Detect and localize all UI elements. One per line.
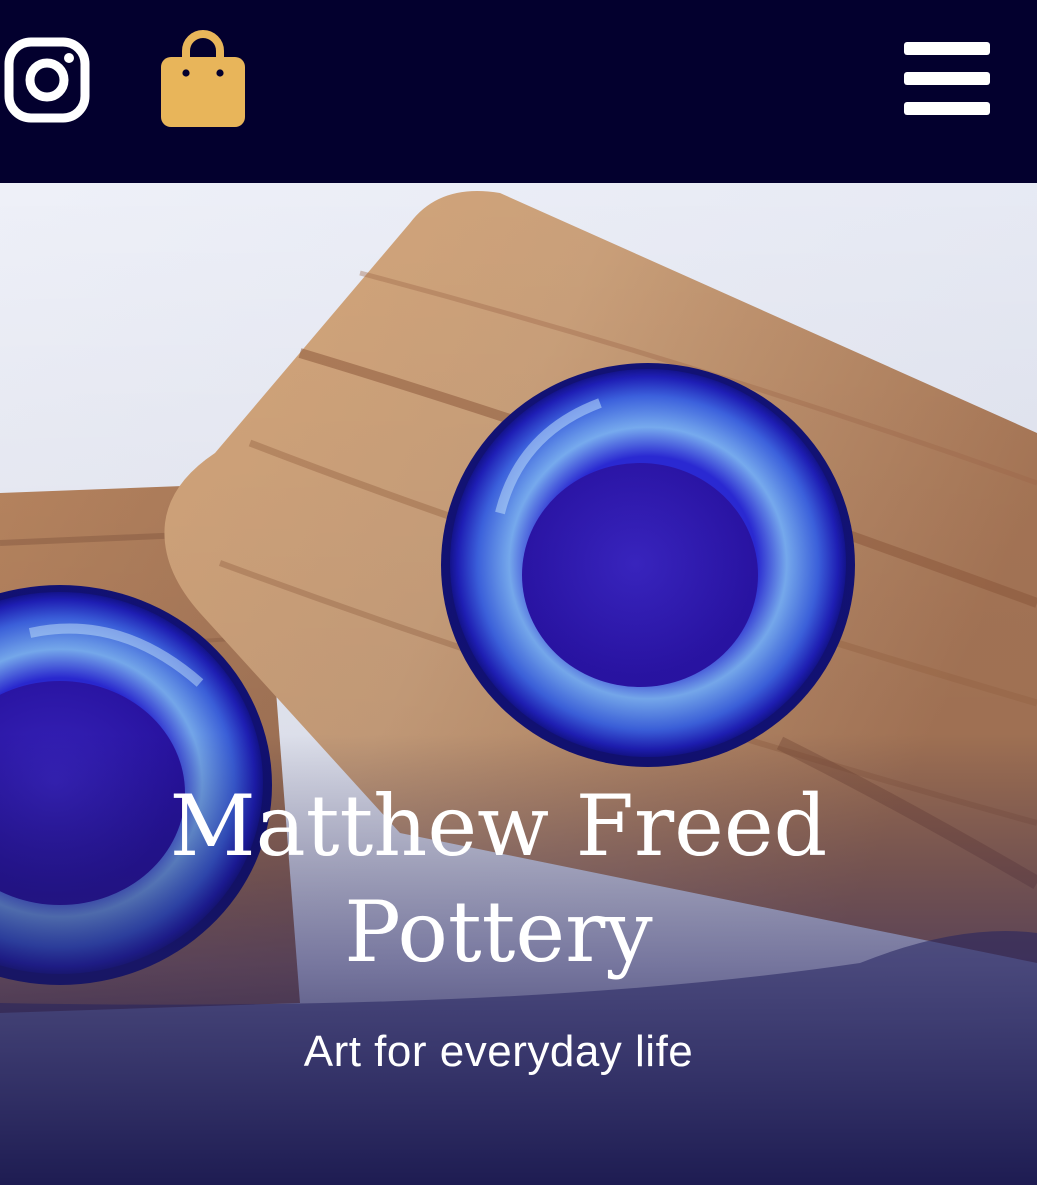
hamburger-menu-icon[interactable] [904, 40, 990, 118]
instagram-icon[interactable] [4, 37, 90, 123]
hero-banner: Matthew Freed Pottery Art for everyday l… [0, 183, 1037, 1185]
page: Matthew Freed Pottery Art for everyday l… [0, 0, 1037, 1185]
site-title: Matthew Freed Pottery [0, 773, 1017, 985]
site-title-line-2: Pottery [344, 883, 653, 981]
site-title-line-1: Matthew Freed [169, 777, 828, 875]
top-navigation-bar [0, 0, 1037, 183]
shopping-bag-icon[interactable] [158, 29, 248, 129]
tagline: Art for everyday life [303, 1027, 694, 1076]
